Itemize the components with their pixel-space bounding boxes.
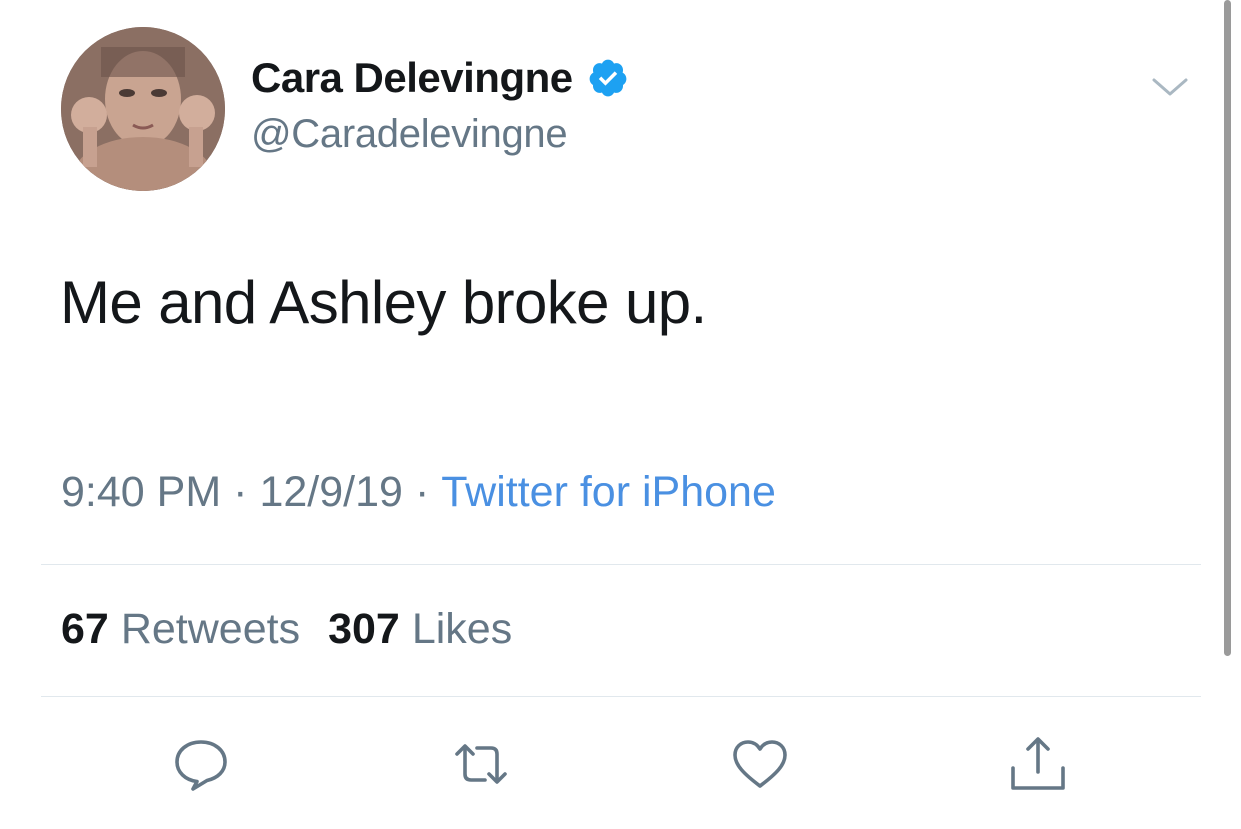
tweet-time: 9:40 PM (61, 468, 222, 516)
avatar[interactable] (61, 27, 225, 191)
retweets-stat[interactable]: 67 Retweets (61, 605, 300, 653)
reply-button[interactable] (171, 734, 231, 794)
tweet-date: 12/9/19 (259, 468, 403, 516)
author-display-name[interactable]: Cara Delevingne (251, 54, 573, 102)
author-name-row: Cara Delevingne (251, 52, 629, 104)
retweets-count: 67 (61, 605, 109, 653)
tweet-meta: 9:40 PM · 12/9/19 · Twitter for iPhone (61, 468, 776, 517)
retweets-label: Retweets (120, 605, 301, 653)
divider (41, 696, 1201, 697)
scrollbar[interactable] (1224, 0, 1231, 656)
share-button[interactable] (1008, 734, 1068, 794)
reply-icon (175, 740, 227, 791)
meta-separator: · (414, 468, 430, 516)
tweet-stats: 67 Retweets 307 Likes (61, 605, 512, 654)
avatar-photo (61, 27, 225, 191)
tweet-text: Me and Ashley broke up. (60, 269, 707, 336)
meta-separator: · (233, 468, 248, 516)
retweet-button[interactable] (451, 734, 511, 794)
like-button[interactable] (730, 734, 790, 794)
chevron-down-icon[interactable] (1150, 72, 1190, 100)
author-handle[interactable]: @Caradelevingne (251, 112, 568, 157)
heart-icon (733, 740, 787, 788)
tweet-source-link[interactable]: Twitter for iPhone (441, 468, 776, 516)
retweet-icon (455, 744, 507, 784)
verified-badge-icon (589, 59, 627, 97)
likes-stat[interactable]: 307 Likes (328, 605, 512, 653)
likes-count: 307 (328, 605, 400, 653)
divider (41, 564, 1201, 565)
share-icon (1011, 737, 1065, 790)
likes-label: Likes (411, 605, 513, 653)
